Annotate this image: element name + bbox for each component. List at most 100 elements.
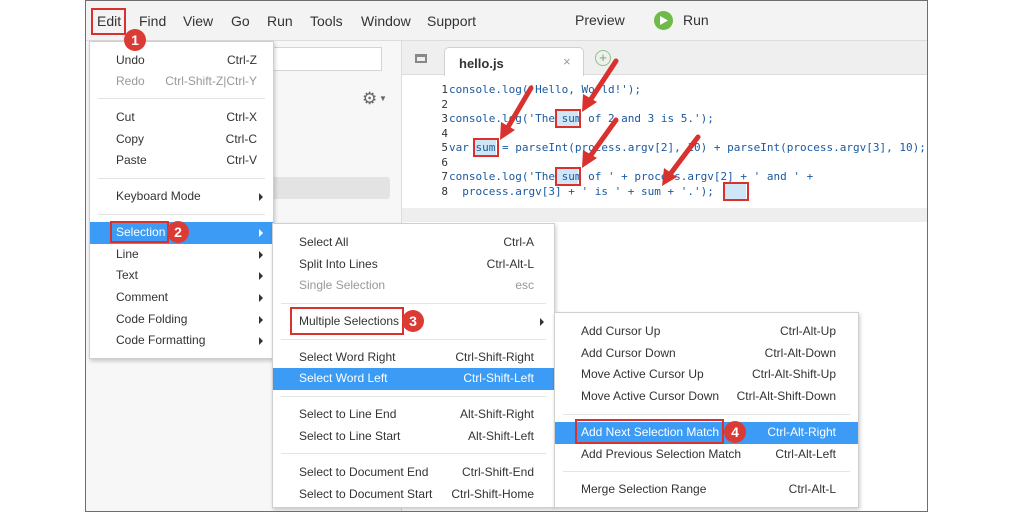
menu-item-select-to-line-start[interactable]: Select to Line Start Alt-Shift-Left [273,426,554,448]
menu-item-shortcut: Ctrl-Alt-L [788,482,836,496]
menu-item-label: Line [116,247,139,261]
line-number: 1 [441,83,448,96]
menu-item-split-into-lines[interactable]: Split Into Lines Ctrl-Alt-L [273,254,554,276]
line-number: 2 [441,97,448,111]
code-line[interactable]: console.log('The sum of ' + process.argv… [449,170,813,183]
line-number: 4 [441,126,448,140]
menu-item-select-to-document-end[interactable]: Select to Document End Ctrl-Shift-End [273,462,554,484]
menu-item-move-active-cursor-up[interactable]: Move Active Cursor Up Ctrl-Alt-Shift-Up [555,364,858,386]
annotation-box [555,109,581,128]
menu-item-label: Move Active Cursor Down [581,389,720,403]
menu-item-select-all[interactable]: Select All Ctrl-A [273,232,554,254]
sidebar-selected-row[interactable] [272,177,390,199]
menu-item-shortcut: esc [515,278,534,292]
menu-item-select-word-right[interactable]: Select Word Right Ctrl-Shift-Right [273,347,554,369]
menu-item-label: Select to Line Start [299,429,401,443]
line-number: 3 [441,112,448,125]
annotation-box [723,182,749,201]
code-line[interactable]: var sum = parseInt(process.argv[2], 10) … [449,141,926,154]
menu-item-redo[interactable]: Redo Ctrl-Shift-Z|Ctrl-Y [90,71,273,93]
menu-item-label: Select to Document End [299,465,429,479]
menu-item-single-selection[interactable]: Single Selection esc [273,275,554,297]
menu-go[interactable]: Go [231,13,250,29]
menu-item-label: Copy [116,132,145,146]
submenu-arrow-icon [259,229,263,237]
menu-item-shortcut: Ctrl-Alt-Shift-Up [751,367,836,381]
menu-item-label: Move Active Cursor Up [581,367,704,381]
submenu-arrow-icon [259,337,263,345]
submenu-arrow-icon [259,251,263,259]
menu-item-label: Code Folding [116,312,188,326]
tab-hello-js[interactable]: hello.js × [444,47,584,76]
menu-item-cut[interactable]: Cut Ctrl-X [90,107,273,129]
menu-item-comment[interactable]: Comment [90,287,273,309]
code-line[interactable]: console.log('Hello, World!'); [449,83,641,96]
menu-window[interactable]: Window [361,13,411,29]
menu-item-copy[interactable]: Copy Ctrl-C [90,129,273,151]
menu-item-text[interactable]: Text [90,265,273,287]
menu-item-label: Select to Line End [299,407,397,421]
run-button[interactable]: Run [683,12,709,28]
step-badge-1: 1 [124,29,146,51]
current-line-highlight [402,208,927,222]
menu-item-label: Redo [116,74,145,88]
menu-item-keyboard-mode[interactable]: Keyboard Mode [90,186,273,208]
menu-item-select-to-document-start[interactable]: Select to Document Start Ctrl-Shift-Home [273,484,554,506]
menu-item-shortcut: Ctrl-X [226,110,257,124]
menu-item-shortcut: Ctrl-Shift-End [461,465,534,479]
line-number: 5 [441,141,448,154]
caret-down-icon[interactable]: ▼ [379,94,387,103]
multiple-selections-submenu: Add Cursor Up Ctrl-Alt-Up Add Cursor Dow… [554,312,859,508]
menu-item-code-folding[interactable]: Code Folding [90,309,273,331]
menu-item-label: Text [116,268,139,282]
menu-view[interactable]: View [183,13,213,29]
menu-item-select-word-left[interactable]: Select Word Left Ctrl-Shift-Left [273,368,554,390]
panel-toggle-icon[interactable] [415,54,427,63]
menu-item-add-cursor-up[interactable]: Add Cursor Up Ctrl-Alt-Up [555,321,858,343]
menu-item-shortcut: Ctrl-Alt-Down [764,346,836,360]
code-line[interactable]: process.argv[3] + ' is ' + sum + '.'); [449,185,714,198]
menu-support[interactable]: Support [427,13,476,29]
menu-item-shortcut: Ctrl-Z [227,53,257,67]
menu-item-add-cursor-down[interactable]: Add Cursor Down Ctrl-Alt-Down [555,343,858,365]
menu-divider [563,414,850,415]
menu-item-line[interactable]: Line [90,244,273,266]
menu-item-label: Paste [116,153,147,167]
menu-item-label: Add Cursor Up [581,324,661,338]
menu-item-label: Select All [299,235,349,249]
menu-item-move-active-cursor-down[interactable]: Move Active Cursor Down Ctrl-Alt-Shift-D… [555,386,858,408]
submenu-arrow-icon [540,318,544,326]
code-line[interactable]: console.log('The sum of 2 and 3 is 5.'); [449,112,714,125]
run-icon[interactable] [654,11,673,30]
menu-item-code-formatting[interactable]: Code Formatting [90,330,273,352]
menu-run[interactable]: Run [267,13,293,29]
menu-item-merge-selection-range[interactable]: Merge Selection Range Ctrl-Alt-L [555,479,858,501]
menu-item-add-previous-selection-match[interactable]: Add Previous Selection Match Ctrl-Alt-Le… [555,444,858,466]
sidebar-search-input[interactable] [272,47,382,71]
menu-item-select-to-line-end[interactable]: Select to Line End Alt-Shift-Right [273,404,554,426]
menu-item-label: Single Selection [299,278,386,292]
menu-item-undo[interactable]: Undo Ctrl-Z [90,50,273,72]
gear-icon[interactable]: ⚙ [362,89,377,109]
menu-find[interactable]: Find [139,13,166,29]
add-tab-icon[interactable]: + [595,50,611,66]
menu-item-shortcut: Ctrl-Alt-Shift-Down [736,389,836,403]
submenu-arrow-icon [259,272,263,280]
selection-submenu: Select All Ctrl-A Split Into Lines Ctrl-… [272,223,555,508]
menu-item-shortcut: Ctrl-Shift-Z|Ctrl-Y [165,74,257,88]
close-icon[interactable]: × [563,54,571,69]
submenu-arrow-icon [259,294,263,302]
menu-tools[interactable]: Tools [310,13,343,29]
menu-item-label: Select Word Right [299,350,396,364]
preview-button[interactable]: Preview [575,12,625,28]
menu-item-shortcut: Ctrl-V [226,153,257,167]
ide-window: Edit Find View Go Run Tools Window Suppo… [85,0,928,512]
line-number: 8 [441,184,448,198]
menu-divider [98,214,265,215]
step-badge-4: 4 [724,421,746,443]
menu-item-paste[interactable]: Paste Ctrl-V [90,150,273,172]
annotation-box [473,138,499,157]
annotation-box [575,419,724,444]
submenu-arrow-icon [259,193,263,201]
line-number: 6 [441,155,448,169]
